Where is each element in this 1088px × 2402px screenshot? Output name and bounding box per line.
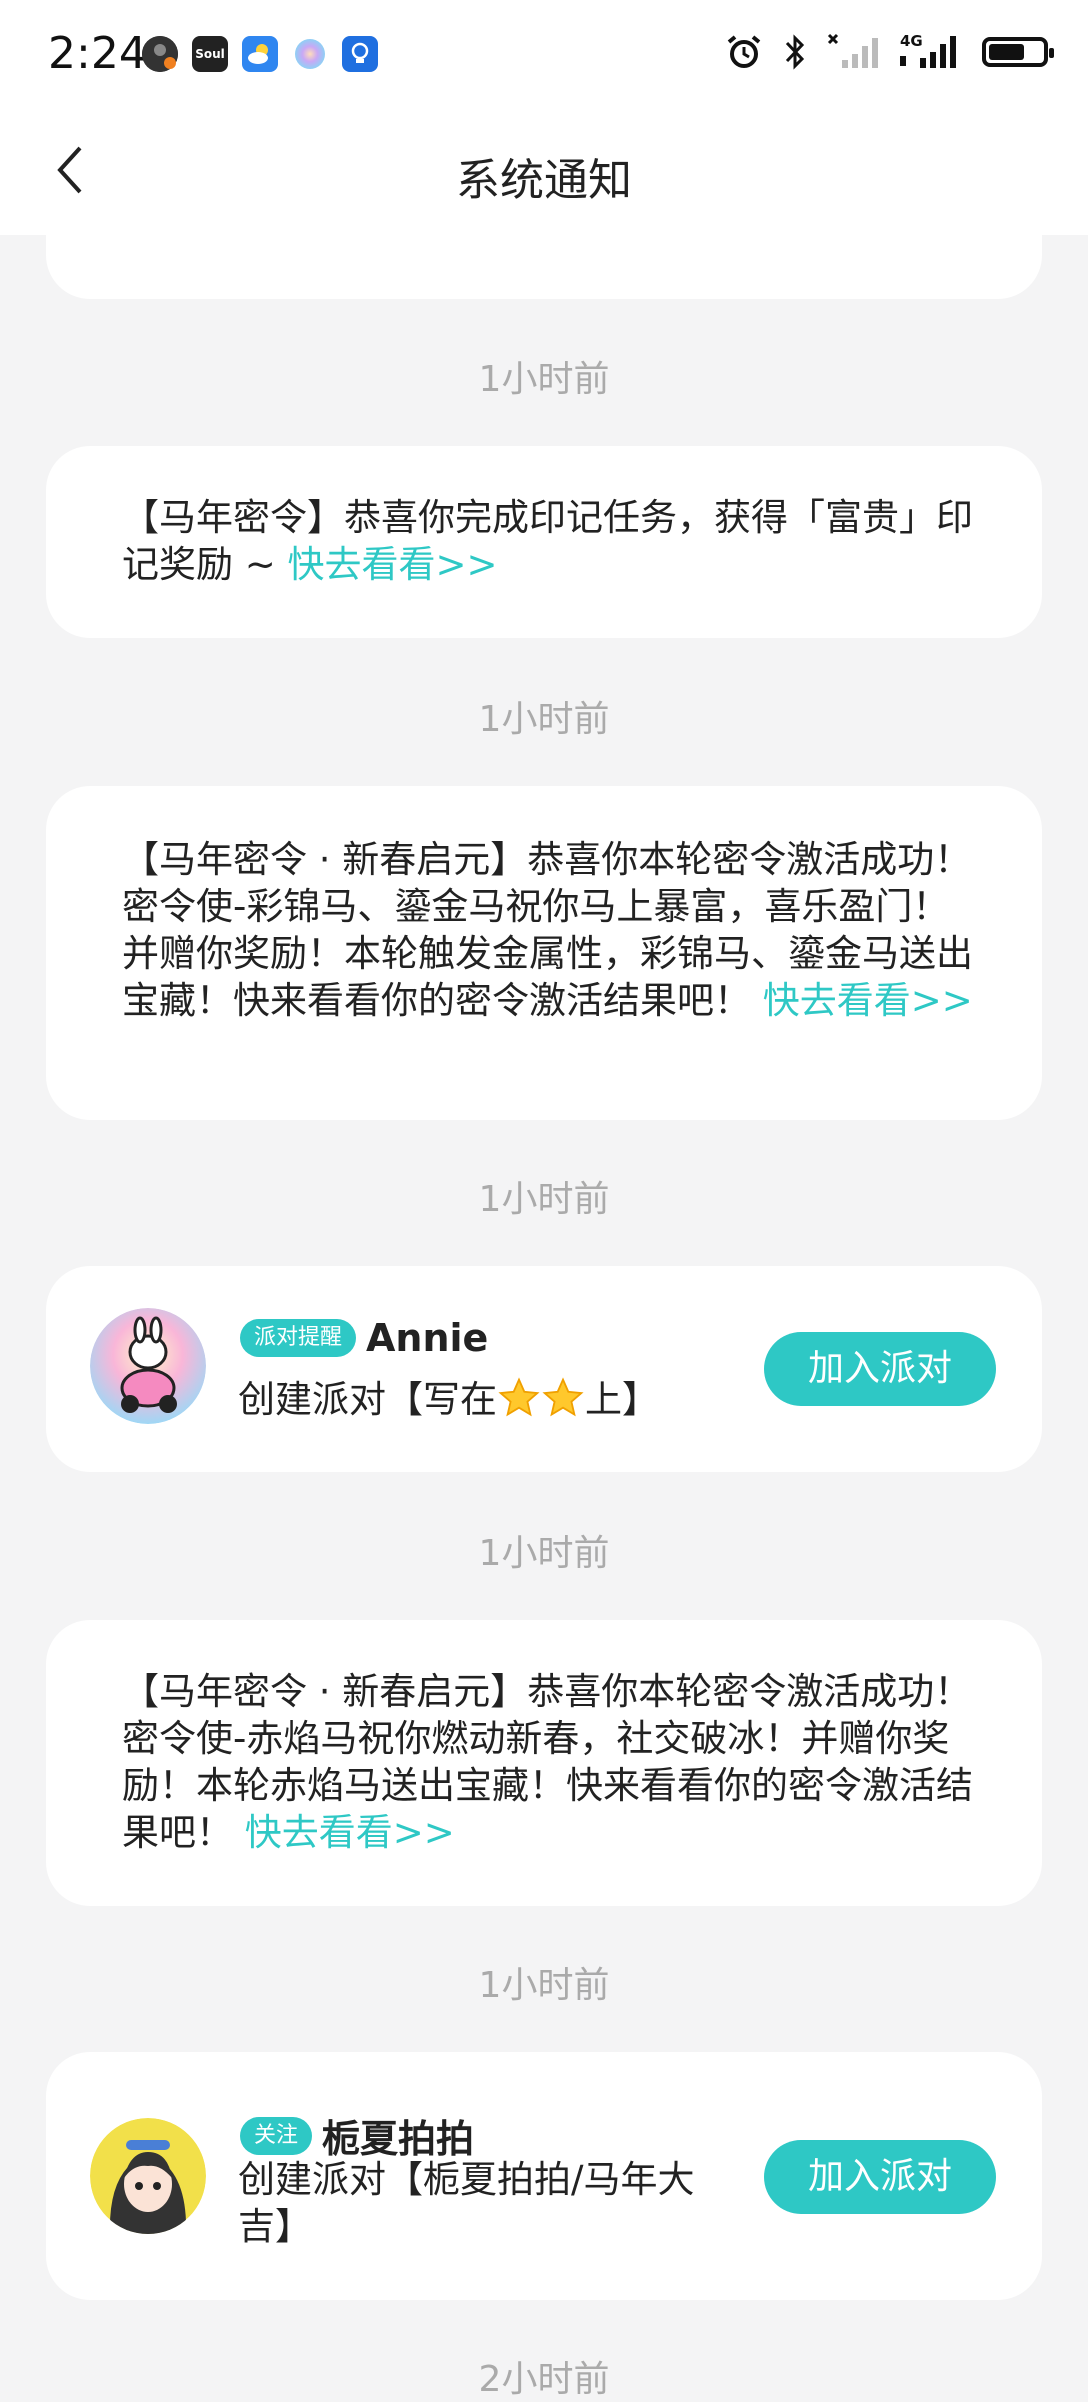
bluetooth-icon — [785, 34, 805, 70]
notification-text: 【马年密令】恭喜你完成印记任务，获得「富贵」印记奖励 ~ 快去看看>> — [122, 496, 973, 586]
star-icon — [542, 1377, 584, 1417]
party-notification-card[interactable]: 派对提醒 Annie 创建派对【写在 上】 加入派对 — [46, 1266, 1042, 1472]
battery-icon — [982, 37, 1054, 67]
system-icons: 4G — [724, 32, 1054, 72]
star-icon — [498, 1377, 540, 1417]
account-avatar-icon — [142, 36, 178, 72]
view-link[interactable]: 快去看看>> — [245, 1811, 455, 1854]
notification-text: 【马年密令 · 新春启元】恭喜你本轮密令激活成功！密令使-彩锦马、鎏金马祝你马上… — [122, 838, 973, 1022]
timestamp: 2小时前 — [478, 2359, 610, 2400]
soul-app-icon: Soul — [192, 36, 228, 72]
join-party-button[interactable]: 加入派对 — [764, 2140, 996, 2214]
notification-text: 【马年密令 · 新春启元】恭喜你本轮密令激活成功！密令使-赤焰马祝你燃动新春，社… — [122, 1670, 973, 1854]
view-link[interactable]: 快去看看>> — [763, 979, 973, 1022]
timestamp: 1小时前 — [478, 699, 610, 740]
party-header: 派对提醒 Annie — [240, 1316, 488, 1360]
party-reminder-tag: 派对提醒 — [240, 1319, 357, 1357]
party-notification-card[interactable]: 关注 栀夏拍拍 创建派对【栀夏拍拍/马年大吉】 加入派对 — [46, 2052, 1042, 2300]
notification-card-partial[interactable] — [46, 235, 1042, 299]
user-name[interactable]: 栀夏拍拍 — [322, 2117, 474, 2161]
timestamp: 1小时前 — [478, 1965, 610, 2006]
timestamp: 1小时前 — [478, 1179, 610, 1220]
avatar[interactable] — [90, 1308, 206, 1424]
weather-icon — [242, 36, 278, 72]
follow-tag: 关注 — [240, 2116, 313, 2155]
join-party-button[interactable]: 加入派对 — [764, 1332, 996, 1406]
user-name[interactable]: Annie — [366, 1316, 488, 1360]
notification-icons: Soul — [142, 36, 378, 72]
party-description: 创建派对【栀夏拍拍/马年大吉】 — [238, 2158, 695, 2248]
timestamp: 1小时前 — [478, 1533, 610, 1574]
assistant-orb-icon — [292, 36, 328, 72]
page-title: 系统通知 — [456, 155, 632, 206]
nav-header: 系统通知 — [0, 110, 1088, 235]
signal-4g-icon: 4G — [900, 32, 964, 72]
timestamp: 1小时前 — [478, 359, 610, 400]
notification-card[interactable]: 【马年密令】恭喜你完成印记任务，获得「富贵」印记奖励 ~ 快去看看>> — [46, 446, 1042, 638]
status-bar: 2:24 Soul 4G — [0, 0, 1088, 110]
alarm-icon — [727, 35, 761, 68]
party-description: 创建派对【写在 上】 — [238, 1377, 659, 1421]
bulb-app-icon — [342, 36, 378, 72]
party-header: 关注 栀夏拍拍 — [240, 2108, 474, 2163]
view-link[interactable]: 快去看看>> — [288, 543, 498, 586]
notification-card[interactable]: 【马年密令 · 新春启元】恭喜你本轮密令激活成功！密令使-赤焰马祝你燃动新春，社… — [46, 1620, 1042, 1906]
signal-no-service-icon — [827, 33, 878, 68]
notification-card[interactable]: 【马年密令 · 新春启元】恭喜你本轮密令激活成功！密令使-彩锦马、鎏金马祝你马上… — [46, 786, 1042, 1120]
clock: 2:24 — [48, 28, 147, 79]
avatar[interactable] — [90, 2118, 206, 2234]
